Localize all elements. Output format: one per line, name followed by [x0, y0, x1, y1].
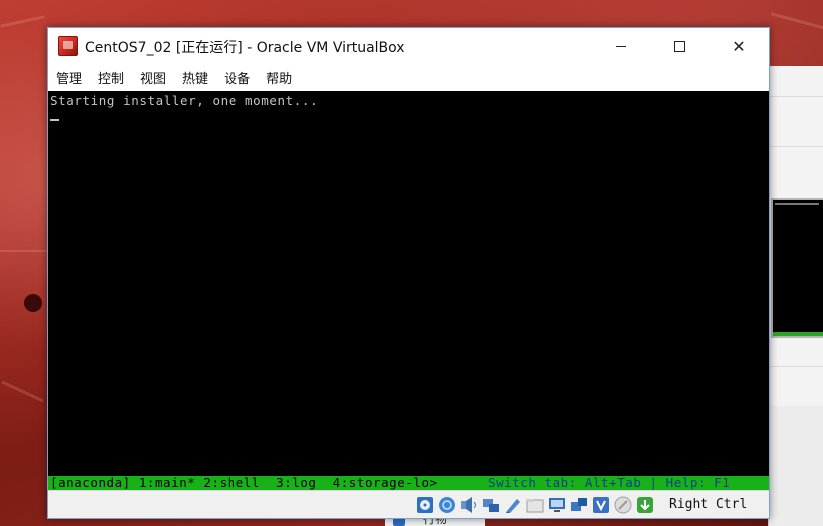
window-title: CentOS7_02 [正在运行] - Oracle VM VirtualBox [85, 40, 405, 56]
shared-folder-icon[interactable] [526, 496, 544, 514]
minimize-icon [616, 45, 626, 47]
tmux-help-hint: Switch tab: Alt+Tab | Help: F1 [488, 475, 731, 490]
console-output-line: Starting installer, one moment... [50, 93, 319, 108]
network-adapter-icon[interactable] [482, 496, 500, 514]
display-icon[interactable] [548, 496, 566, 514]
close-icon: ✕ [732, 36, 746, 56]
text-cursor [50, 119, 59, 121]
vt-x-icon[interactable] [592, 496, 610, 514]
menu-devices[interactable]: 设备 [224, 66, 250, 89]
guest-console-screen[interactable]: Starting installer, one moment... [48, 91, 769, 476]
host-key-label[interactable]: Right Ctrl [669, 497, 747, 512]
virtualbox-window: CentOS7_02 [正在运行] - Oracle VM VirtualBox… [47, 27, 770, 519]
virtualbox-app-icon[interactable] [58, 36, 78, 56]
menu-machine[interactable]: 管理 [56, 66, 82, 89]
usb-icon[interactable] [504, 496, 522, 514]
menu-control[interactable]: 控制 [98, 66, 124, 89]
network-globe-icon[interactable] [438, 496, 456, 514]
background-window [768, 66, 823, 526]
tmux-window-list: [anaconda] 1:main* 2:shell 3:log 4:stora… [50, 475, 438, 490]
menu-view[interactable]: 视图 [140, 66, 166, 89]
audio-icon[interactable] [460, 496, 478, 514]
tmux-status-line: [anaconda] 1:main* 2:shell 3:log 4:stora… [48, 476, 769, 490]
mouse-integration-icon[interactable] [614, 496, 632, 514]
menu-bar: 管理 控制 视图 热键 设备 帮助 [48, 64, 769, 90]
vm-preview-thumbnail[interactable] [771, 198, 823, 338]
maximize-button[interactable] [650, 28, 708, 64]
maximize-icon [673, 40, 685, 52]
minimize-button[interactable] [592, 28, 650, 64]
virtualbox-status-bar: Right Ctrl [48, 490, 769, 518]
host-key-icon[interactable] [636, 496, 654, 514]
desktop-dot [24, 294, 42, 312]
menu-help[interactable]: 帮助 [266, 66, 292, 89]
optical-drive-icon[interactable] [416, 496, 434, 514]
close-button[interactable]: ✕ [710, 28, 768, 64]
title-bar[interactable]: CentOS7_02 [正在运行] - Oracle VM VirtualBox… [48, 28, 769, 64]
menu-hotkeys[interactable]: 热键 [182, 66, 208, 89]
video-capture-icon[interactable] [570, 496, 588, 514]
